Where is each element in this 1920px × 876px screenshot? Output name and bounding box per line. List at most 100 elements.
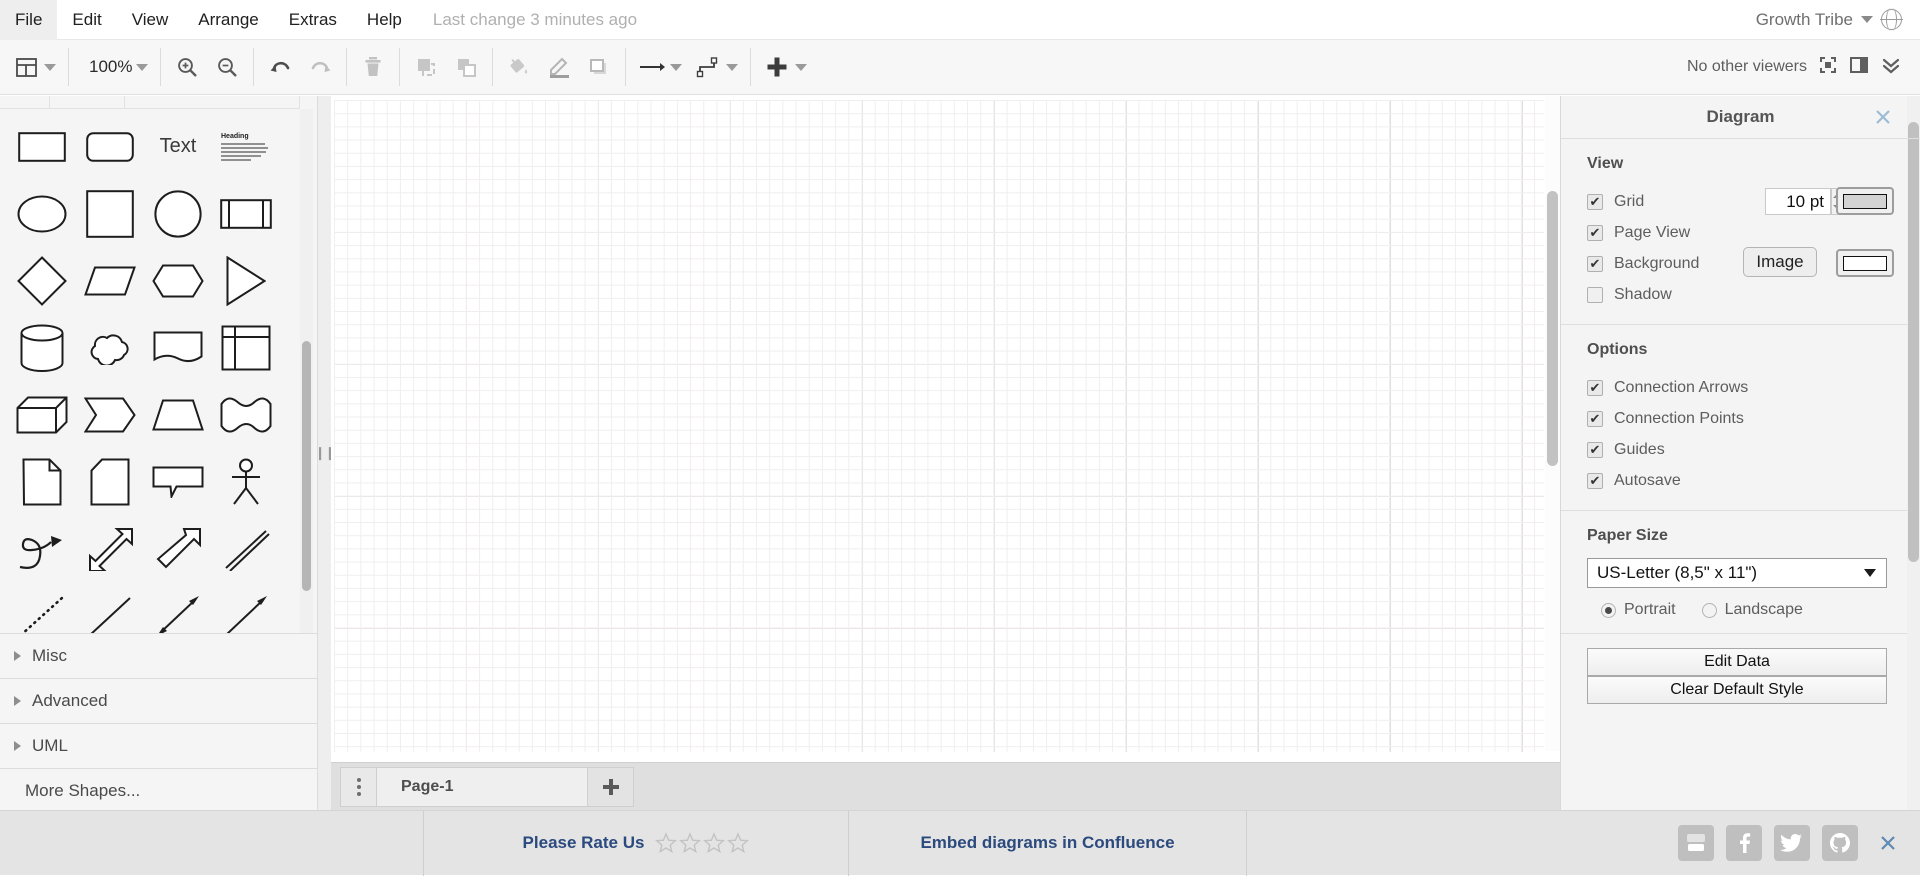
- bring-to-front-icon[interactable]: [406, 48, 446, 86]
- menu-view[interactable]: View: [117, 0, 184, 40]
- plus-icon[interactable]: [757, 48, 797, 86]
- chevron-down-icon[interactable]: [1864, 569, 1876, 577]
- format-panel-scrollbar-track[interactable]: [1907, 96, 1920, 810]
- guides-checkbox[interactable]: [1587, 442, 1603, 458]
- shadow-icon[interactable]: [579, 48, 619, 86]
- shape-document[interactable]: [144, 314, 212, 381]
- shape-directional-arrow[interactable]: [212, 582, 280, 634]
- menu-edit[interactable]: Edit: [57, 0, 116, 40]
- undo-icon[interactable]: [260, 48, 300, 86]
- close-icon[interactable]: [1878, 833, 1898, 853]
- shape-parallelogram[interactable]: [76, 247, 144, 314]
- canvas-vertical-scrollbar-thumb[interactable]: [1547, 191, 1558, 466]
- format-panel-icon[interactable]: [1849, 55, 1869, 80]
- shape-ellipse[interactable]: [8, 180, 76, 247]
- shape-square[interactable]: [76, 180, 144, 247]
- shape-rounded-rectangle[interactable]: [76, 113, 144, 180]
- shape-textbox-heading[interactable]: Heading: [212, 113, 280, 180]
- shadow-checkbox[interactable]: [1587, 287, 1603, 303]
- panel-splitter[interactable]: ❙❙: [318, 96, 331, 810]
- rate-us-cell[interactable]: Please Rate Us: [424, 811, 849, 876]
- radio-landscape[interactable]: [1702, 603, 1717, 618]
- grid-color-swatch[interactable]: [1836, 187, 1894, 215]
- background-checkbox[interactable]: [1587, 256, 1603, 272]
- orthogonal-connector-icon[interactable]: [688, 48, 728, 86]
- zoom-dropdown-icon[interactable]: [136, 64, 148, 71]
- autosave-checkbox[interactable]: [1587, 473, 1603, 489]
- radio-portrait[interactable]: [1601, 603, 1616, 618]
- clear-default-style-button[interactable]: Clear Default Style: [1587, 676, 1887, 704]
- shape-text[interactable]: Text: [144, 113, 212, 180]
- shape-circle[interactable]: [144, 180, 212, 247]
- shape-curved-arrow[interactable]: [8, 515, 76, 582]
- shape-block-arrow[interactable]: [144, 515, 212, 582]
- view-layout-icon[interactable]: [6, 48, 46, 86]
- grid-checkbox[interactable]: [1587, 194, 1603, 210]
- shape-hexagon[interactable]: [144, 247, 212, 314]
- shape-card[interactable]: [76, 448, 144, 515]
- fullscreen-icon[interactable]: [1818, 55, 1838, 80]
- redo-icon[interactable]: [300, 48, 340, 86]
- menu-help[interactable]: Help: [352, 0, 417, 40]
- line-color-icon[interactable]: [539, 48, 579, 86]
- connection-points-checkbox[interactable]: [1587, 411, 1603, 427]
- zoom-in-icon[interactable]: [167, 48, 207, 86]
- shape-process[interactable]: [212, 180, 280, 247]
- shape-double-line[interactable]: [212, 515, 280, 582]
- shape-rectangle[interactable]: [8, 113, 76, 180]
- menu-file[interactable]: File: [0, 0, 57, 40]
- shape-tape[interactable]: [212, 381, 280, 448]
- shape-bidirectional-arrow[interactable]: [144, 582, 212, 634]
- shape-section-misc[interactable]: Misc: [0, 634, 318, 679]
- shape-note[interactable]: [8, 448, 76, 515]
- shape-dashed-line[interactable]: [8, 582, 76, 634]
- shape-triangle[interactable]: [212, 247, 280, 314]
- trash-icon[interactable]: [353, 48, 393, 86]
- straight-connector-icon[interactable]: [632, 48, 672, 86]
- shape-palette-scrollbar-thumb[interactable]: [302, 341, 311, 591]
- grid-size-input[interactable]: 10 pt: [1765, 188, 1831, 215]
- connection-arrows-checkbox[interactable]: [1587, 380, 1603, 396]
- format-panel-scrollbar-thumb[interactable]: [1908, 122, 1919, 562]
- edit-data-button[interactable]: Edit Data: [1587, 648, 1887, 676]
- menu-arrange[interactable]: Arrange: [183, 0, 273, 40]
- workspace-name[interactable]: Growth Tribe: [1756, 10, 1853, 30]
- background-color-swatch[interactable]: [1836, 249, 1894, 277]
- shape-palette-scroll[interactable]: Text Heading: [0, 96, 318, 634]
- shape-actor[interactable]: [212, 448, 280, 515]
- more-shapes-button[interactable]: More Shapes...: [0, 769, 318, 810]
- diagram-canvas[interactable]: [331, 96, 1560, 810]
- menu-extras[interactable]: Extras: [274, 0, 352, 40]
- background-image-button[interactable]: Image: [1743, 247, 1817, 277]
- twitter-icon[interactable]: [1774, 825, 1810, 861]
- page-view-checkbox[interactable]: [1587, 225, 1603, 241]
- shape-cylinder[interactable]: [8, 314, 76, 381]
- close-icon[interactable]: [1873, 107, 1893, 127]
- shape-cloud[interactable]: [76, 314, 144, 381]
- shape-trapezoid[interactable]: [144, 381, 212, 448]
- embed-confluence-cell[interactable]: Embed diagrams in Confluence: [849, 811, 1247, 876]
- zoom-level-label[interactable]: 100%: [75, 57, 138, 77]
- page-tab[interactable]: Page-1: [377, 767, 588, 807]
- shape-section-uml[interactable]: UML: [0, 724, 318, 769]
- star-rating[interactable]: [655, 832, 749, 854]
- shape-section-advanced[interactable]: Advanced: [0, 679, 318, 724]
- youtube-icon[interactable]: [1678, 825, 1714, 861]
- page-menu-icon[interactable]: [340, 767, 377, 807]
- shape-callout[interactable]: [144, 448, 212, 515]
- facebook-icon[interactable]: [1726, 825, 1762, 861]
- send-to-back-icon[interactable]: [446, 48, 486, 86]
- chevron-down-icon[interactable]: [1861, 16, 1873, 23]
- canvas-page[interactable]: [334, 100, 1544, 752]
- shape-step[interactable]: [76, 381, 144, 448]
- canvas-vertical-scrollbar-track[interactable]: [1545, 96, 1560, 751]
- shape-double-arrow[interactable]: [76, 515, 144, 582]
- fill-color-icon[interactable]: [499, 48, 539, 86]
- shape-plain-line[interactable]: [76, 582, 144, 634]
- shape-cube[interactable]: [8, 381, 76, 448]
- double-chevron-down-icon[interactable]: [1880, 55, 1902, 80]
- paper-size-select[interactable]: US-Letter (8,5" x 11"): [1587, 558, 1887, 588]
- shape-internal-storage[interactable]: [212, 314, 280, 381]
- zoom-out-icon[interactable]: [207, 48, 247, 86]
- github-icon[interactable]: [1822, 825, 1858, 861]
